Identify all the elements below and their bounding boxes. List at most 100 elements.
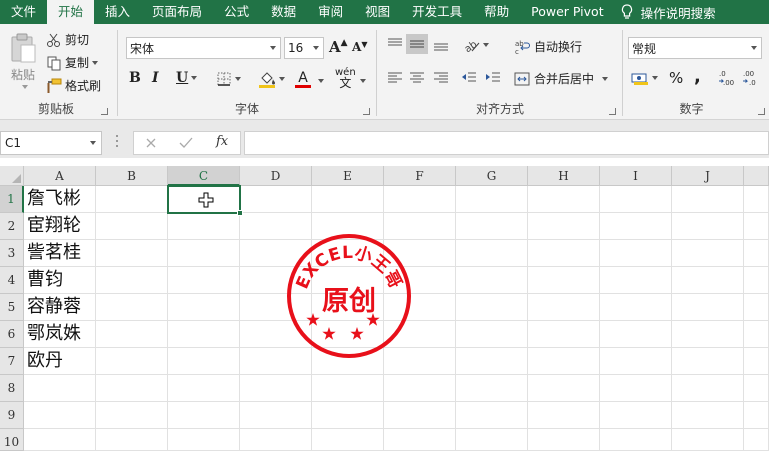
cell-e9[interactable] [312, 402, 384, 429]
cell-a1[interactable]: 詹飞彬 [24, 186, 96, 213]
cell-h5[interactable] [528, 294, 600, 321]
cell-h8[interactable] [528, 375, 600, 402]
cell-g9[interactable] [456, 402, 528, 429]
cancel-icon[interactable] [145, 137, 157, 149]
cell-b7[interactable] [96, 348, 168, 375]
cell-i2[interactable] [600, 213, 672, 240]
cell-k10[interactable] [744, 429, 769, 451]
cell-h2[interactable] [528, 213, 600, 240]
cell-k6[interactable] [744, 321, 769, 348]
cell-b6[interactable] [96, 321, 168, 348]
row-header-3[interactable]: 3 [0, 240, 24, 267]
font-size-combo[interactable]: 16 [284, 37, 324, 59]
cell-i1[interactable] [600, 186, 672, 213]
cell-g8[interactable] [456, 375, 528, 402]
cell-i6[interactable] [600, 321, 672, 348]
font-name-combo[interactable]: 宋体 [126, 37, 281, 59]
cell-k9[interactable] [744, 402, 769, 429]
cell-k3[interactable] [744, 240, 769, 267]
cell-j7[interactable] [672, 348, 744, 375]
cell-c4[interactable] [168, 267, 240, 294]
cell-a8[interactable] [24, 375, 96, 402]
grow-font-button[interactable]: A ▲ [329, 38, 348, 56]
cell-d9[interactable] [240, 402, 312, 429]
cell-c3[interactable] [168, 240, 240, 267]
cell-e10[interactable] [312, 429, 384, 451]
cell-a10[interactable] [24, 429, 96, 451]
cell-c7[interactable] [168, 348, 240, 375]
row-header-5[interactable]: 5 [0, 294, 24, 321]
increase-indent-icon[interactable] [484, 70, 502, 86]
font-color-button[interactable]: A [294, 69, 312, 89]
comma-button[interactable]: , [694, 66, 701, 87]
formula-bar-grip-icon[interactable] [116, 135, 118, 151]
column-header-e[interactable]: E [312, 166, 384, 186]
cell-j4[interactable] [672, 267, 744, 294]
cell-j10[interactable] [672, 429, 744, 451]
column-header-b[interactable]: B [96, 166, 168, 186]
cell-i5[interactable] [600, 294, 672, 321]
cell-b9[interactable] [96, 402, 168, 429]
cell-i4[interactable] [600, 267, 672, 294]
clipboard-launcher-icon[interactable] [101, 108, 108, 115]
cell-b4[interactable] [96, 267, 168, 294]
borders-button[interactable] [216, 71, 241, 87]
cut-button[interactable]: 剪切 [46, 31, 89, 48]
cell-c9[interactable] [168, 402, 240, 429]
cell-g4[interactable] [456, 267, 528, 294]
cell-g6[interactable] [456, 321, 528, 348]
number-format-combo[interactable]: 常规 [628, 37, 762, 59]
column-header-h[interactable]: H [528, 166, 600, 186]
align-right-icon[interactable] [432, 70, 450, 86]
row-header-7[interactable]: 7 [0, 348, 24, 375]
cell-h9[interactable] [528, 402, 600, 429]
underline-button[interactable]: U [176, 70, 198, 86]
increase-decimal-icon[interactable]: .0.00 [718, 68, 738, 88]
percent-button[interactable]: % [669, 69, 683, 87]
cell-c6[interactable] [168, 321, 240, 348]
align-center-icon[interactable] [408, 70, 426, 86]
cell-d8[interactable] [240, 375, 312, 402]
cell-a4[interactable]: 曹钧 [24, 267, 96, 294]
cell-j9[interactable] [672, 402, 744, 429]
decrease-decimal-icon[interactable]: .00.0 [742, 68, 762, 88]
cell-a9[interactable] [24, 402, 96, 429]
align-left-icon[interactable] [386, 70, 404, 86]
number-launcher-icon[interactable] [758, 108, 765, 115]
cell-i3[interactable] [600, 240, 672, 267]
font-color-dropdown-icon[interactable] [318, 79, 324, 83]
column-header-c[interactable]: C [168, 166, 240, 186]
confirm-icon[interactable] [179, 137, 193, 149]
tab-data[interactable]: 数据 [260, 0, 307, 24]
column-header-f[interactable]: F [384, 166, 456, 186]
cell-a2[interactable]: 宦翔轮 [24, 213, 96, 240]
fill-color-button[interactable] [258, 69, 285, 89]
column-header-a[interactable]: A [24, 166, 96, 186]
tab-help[interactable]: 帮助 [473, 0, 520, 24]
cell-h1[interactable] [528, 186, 600, 213]
cell-j2[interactable] [672, 213, 744, 240]
decrease-indent-icon[interactable] [460, 70, 478, 86]
cell-a6[interactable]: 鄂岚姝 [24, 321, 96, 348]
select-all-corner[interactable] [0, 166, 24, 186]
align-middle-button[interactable] [406, 34, 428, 54]
bold-button[interactable]: B [129, 70, 141, 86]
cell-f8[interactable] [384, 375, 456, 402]
cell-j5[interactable] [672, 294, 744, 321]
cell-f10[interactable] [384, 429, 456, 451]
cell-f1[interactable] [384, 186, 456, 213]
cell-i9[interactable] [600, 402, 672, 429]
cell-g2[interactable] [456, 213, 528, 240]
row-header-1[interactable]: 1 [0, 186, 24, 213]
wrap-text-button[interactable]: ab c 自动换行 [514, 38, 582, 55]
cell-b3[interactable] [96, 240, 168, 267]
cell-k2[interactable] [744, 213, 769, 240]
cell-h10[interactable] [528, 429, 600, 451]
cell-c10[interactable] [168, 429, 240, 451]
tab-formulas[interactable]: 公式 [213, 0, 260, 24]
tab-review[interactable]: 审阅 [307, 0, 354, 24]
row-header-2[interactable]: 2 [0, 213, 24, 240]
cell-i8[interactable] [600, 375, 672, 402]
format-painter-button[interactable]: 格式刷 [46, 77, 101, 94]
cell-j3[interactable] [672, 240, 744, 267]
